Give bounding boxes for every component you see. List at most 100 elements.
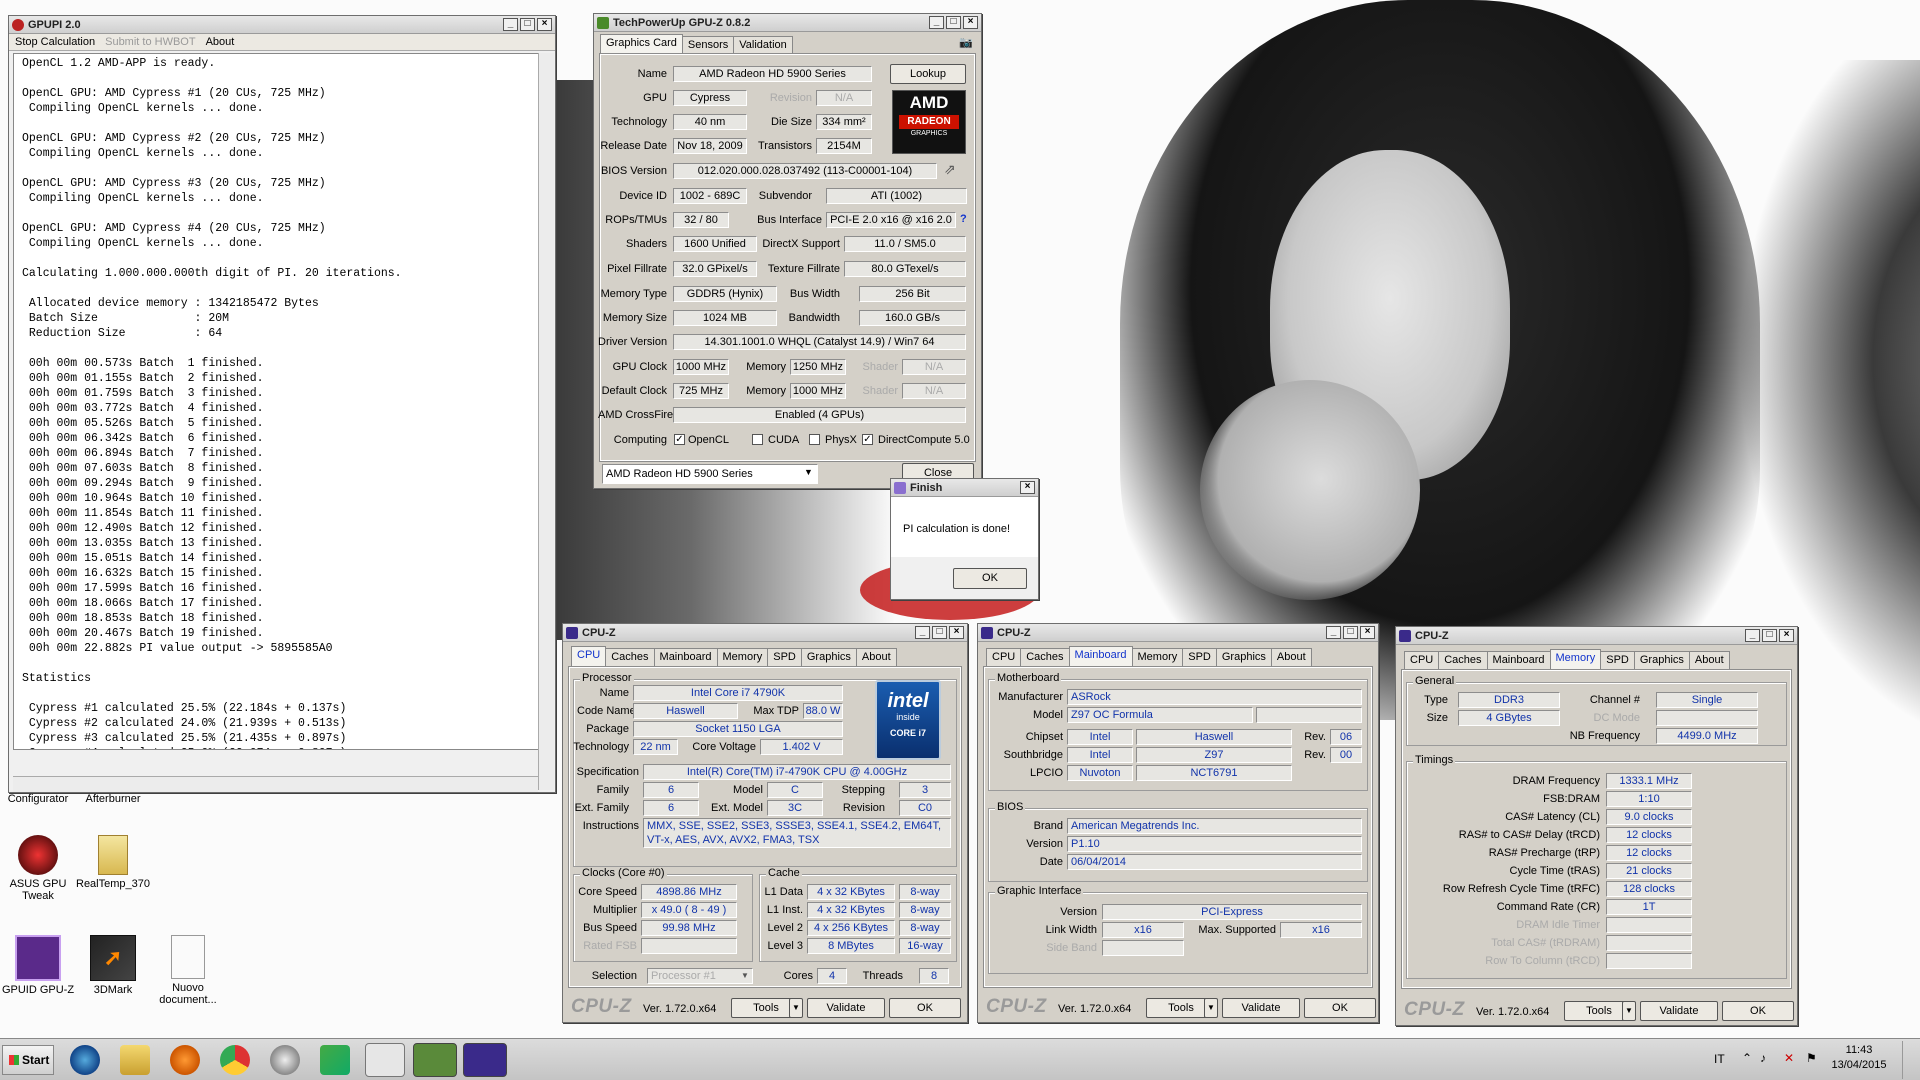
tab-cpu[interactable]: CPU: [986, 648, 1022, 666]
tab-caches[interactable]: Caches: [605, 648, 655, 666]
show-desktop-button[interactable]: [1902, 1041, 1918, 1079]
close-button[interactable]: ×: [1779, 629, 1794, 642]
flag-icon[interactable]: ⚑: [1806, 1051, 1817, 1065]
camera-icon[interactable]: 📷: [959, 36, 973, 49]
maximize-button[interactable]: □: [520, 18, 535, 31]
tab-memory[interactable]: Memory: [716, 648, 769, 666]
desktop-icon-new-document[interactable]: Nuovo document...: [148, 935, 228, 1006]
tab-graphics[interactable]: Graphics: [800, 648, 857, 666]
ok-button[interactable]: OK: [953, 568, 1027, 589]
bus-help-icon[interactable]: ?: [960, 213, 967, 225]
tab-about[interactable]: About: [1688, 651, 1730, 669]
minimize-button[interactable]: _: [1745, 629, 1760, 642]
close-button[interactable]: ×: [1360, 626, 1375, 639]
opencl-checkbox[interactable]: ✓: [674, 434, 685, 445]
desktop-icon-asus-gpu-tweak[interactable]: ASUS GPU Tweak: [0, 835, 78, 902]
menu-stop-calculation[interactable]: Stop Calculation: [15, 36, 95, 48]
winamp-icon[interactable]: [270, 1045, 300, 1075]
maximize-button[interactable]: □: [946, 16, 961, 29]
start-button[interactable]: Start: [2, 1045, 54, 1075]
gpuz-titlebar[interactable]: TechPowerUp GPU-Z 0.8.2 _ □ ×: [594, 14, 981, 32]
timing-value: 1T: [1606, 899, 1692, 915]
cpuz-titlebar[interactable]: CPU-Z _ □ ×: [978, 624, 1378, 642]
gpu-select-dropdown[interactable]: AMD Radeon HD 5900 Series: [602, 464, 818, 484]
label-chipset: Chipset: [1025, 731, 1063, 743]
processor-select-dropdown[interactable]: Processor #1: [647, 968, 753, 984]
tools-dropdown-icon[interactable]: ▼: [1622, 1001, 1636, 1021]
tray-expand-icon[interactable]: ⌃: [1742, 1051, 1752, 1065]
lookup-button[interactable]: Lookup: [890, 64, 966, 84]
minimize-button[interactable]: _: [1326, 626, 1341, 639]
tab-cpu[interactable]: CPU: [571, 646, 607, 666]
tab-mainboard[interactable]: Mainboard: [1486, 651, 1551, 669]
tab-about[interactable]: About: [855, 648, 897, 666]
tab-graphics[interactable]: Graphics: [1633, 651, 1690, 669]
language-indicator[interactable]: IT: [1714, 1052, 1725, 1066]
clock[interactable]: 11:43 13/04/2015: [1824, 1043, 1894, 1073]
ie-icon[interactable]: [70, 1045, 100, 1075]
ok-button[interactable]: OK: [889, 998, 961, 1018]
tools-dropdown-icon[interactable]: ▼: [789, 998, 803, 1018]
horizontal-scrollbar[interactable]: [13, 776, 538, 792]
tab-spd[interactable]: SPD: [1600, 651, 1635, 669]
share-icon[interactable]: ⇗: [944, 161, 956, 178]
desktop-icon-gpuz[interactable]: GPUID GPU-Z: [0, 935, 78, 996]
cpuz-taskbar-icon[interactable]: [463, 1043, 507, 1077]
vertical-scrollbar[interactable]: [538, 53, 554, 790]
media-player-icon[interactable]: [170, 1045, 200, 1075]
tab-caches[interactable]: Caches: [1438, 651, 1488, 669]
console-line: Calculating 1.000.000.000th digit of PI.…: [22, 267, 402, 280]
close-button[interactable]: ×: [949, 626, 964, 639]
tools-dropdown-icon[interactable]: ▼: [1204, 998, 1218, 1018]
tab-mainboard[interactable]: Mainboard: [1068, 646, 1133, 666]
chevron-down-icon[interactable]: ▼: [804, 467, 813, 477]
close-button[interactable]: ×: [1020, 481, 1035, 494]
desktop-icon-afterburner[interactable]: Afterburner: [73, 793, 153, 805]
validate-button[interactable]: Validate: [807, 998, 885, 1018]
validate-button[interactable]: Validate: [1640, 1001, 1718, 1021]
directcompute-checkbox[interactable]: ✓: [862, 434, 873, 445]
tab-spd[interactable]: SPD: [767, 648, 802, 666]
tab-validation[interactable]: Validation: [733, 36, 793, 54]
network-icon[interactable]: ✕: [1784, 1051, 1794, 1065]
tab-graphics-card[interactable]: Graphics Card: [600, 34, 683, 54]
cpuz-titlebar[interactable]: CPU-Z _ □ ×: [1396, 627, 1797, 645]
minimize-button[interactable]: _: [915, 626, 930, 639]
tab-cpu[interactable]: CPU: [1404, 651, 1440, 669]
ok-button[interactable]: OK: [1304, 998, 1376, 1018]
close-button[interactable]: ×: [963, 16, 978, 29]
gpupi-taskbar-icon[interactable]: [365, 1043, 405, 1077]
desktop-icon-3dmark[interactable]: ➚ 3DMark: [73, 935, 153, 996]
excel-icon[interactable]: [320, 1045, 350, 1075]
tab-spd[interactable]: SPD: [1182, 648, 1217, 666]
physx-checkbox[interactable]: [809, 434, 820, 445]
desktop-icon-configurator[interactable]: Configurator: [0, 793, 78, 805]
validate-button[interactable]: Validate: [1222, 998, 1300, 1018]
tab-graphics[interactable]: Graphics: [1215, 648, 1272, 666]
tab-memory[interactable]: Memory: [1131, 648, 1184, 666]
explorer-icon[interactable]: [120, 1045, 150, 1075]
cpuz-titlebar[interactable]: CPU-Z _ □ ×: [563, 624, 967, 642]
tab-memory[interactable]: Memory: [1549, 649, 1602, 669]
maximize-button[interactable]: □: [1343, 626, 1358, 639]
chrome-icon[interactable]: [220, 1045, 250, 1075]
maximize-button[interactable]: □: [932, 626, 947, 639]
gpuz-taskbar-icon[interactable]: [413, 1043, 457, 1077]
cuda-checkbox[interactable]: [752, 434, 763, 445]
menu-about[interactable]: About: [206, 36, 235, 48]
maximize-button[interactable]: □: [1762, 629, 1777, 642]
tab-about[interactable]: About: [1270, 648, 1312, 666]
label-revision: Revision: [842, 802, 885, 814]
chevron-down-icon[interactable]: ▼: [741, 971, 749, 980]
volume-icon[interactable]: ♪: [1760, 1051, 1766, 1065]
tab-mainboard[interactable]: Mainboard: [653, 648, 718, 666]
finish-titlebar[interactable]: Finish ×: [891, 479, 1038, 497]
tab-sensors[interactable]: Sensors: [681, 36, 735, 54]
close-button[interactable]: ×: [537, 18, 552, 31]
ok-button[interactable]: OK: [1722, 1001, 1794, 1021]
gpupi-titlebar[interactable]: GPUPI 2.0 _ □ ×: [9, 16, 555, 34]
minimize-button[interactable]: _: [503, 18, 518, 31]
tab-caches[interactable]: Caches: [1020, 648, 1070, 666]
desktop-icon-realtemp[interactable]: RealTemp_370: [73, 835, 153, 890]
minimize-button[interactable]: _: [929, 16, 944, 29]
